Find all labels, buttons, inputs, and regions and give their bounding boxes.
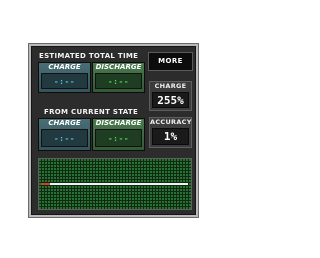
battery-widget-panel: ESTIMATED TOTAL TIME CHARGE -:-- DISCHAR…: [31, 46, 196, 215]
accuracy-stat-label: ACCURACY: [150, 118, 192, 126]
graph-line-rest: [50, 183, 188, 185]
more-button[interactable]: MORE: [148, 52, 193, 71]
charge-stat: CHARGE 255%: [149, 81, 192, 111]
current-discharge-box: DISCHARGE -:--: [92, 118, 145, 151]
accuracy-stat: ACCURACY 1%: [149, 117, 192, 148]
battery-widget-frame: ESTIMATED TOTAL TIME CHARGE -:-- DISCHAR…: [28, 43, 199, 218]
current-discharge-value: -:--: [95, 129, 142, 147]
current-discharge-label: DISCHARGE: [95, 119, 142, 127]
estimated-charge-value: -:--: [41, 73, 88, 89]
estimated-total-time-heading: ESTIMATED TOTAL TIME: [39, 52, 139, 60]
current-charge-label: CHARGE: [48, 119, 81, 127]
charge-stat-value: 255%: [152, 92, 189, 108]
current-charge-value: -:--: [41, 129, 88, 147]
estimated-charge-box: CHARGE -:--: [38, 62, 91, 93]
battery-history-graph: [38, 158, 192, 210]
accuracy-stat-value: 1%: [152, 128, 189, 145]
graph-line-start: [41, 183, 50, 185]
estimated-discharge-value: -:--: [95, 73, 142, 89]
charge-stat-label: CHARGE: [154, 82, 187, 90]
current-charge-box: CHARGE -:--: [38, 118, 91, 151]
estimated-discharge-box: DISCHARGE -:--: [92, 62, 145, 93]
from-current-state-heading: FROM CURRENT STATE: [44, 108, 139, 116]
estimated-charge-label: CHARGE: [48, 63, 81, 71]
estimated-discharge-label: DISCHARGE: [95, 63, 142, 71]
